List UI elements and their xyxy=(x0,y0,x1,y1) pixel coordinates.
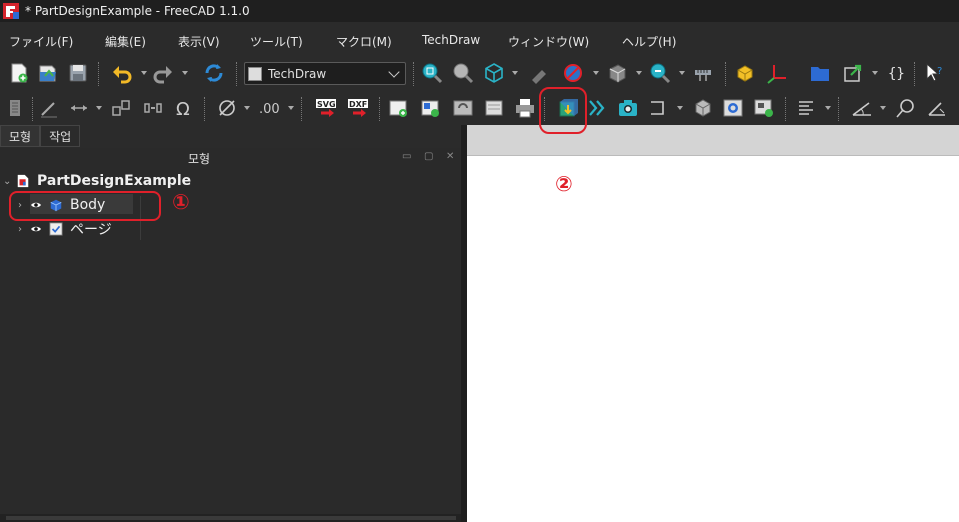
projection-group-icon[interactable] xyxy=(587,97,609,119)
document-icon xyxy=(15,173,31,189)
refresh-icon[interactable] xyxy=(203,62,225,84)
group-icon[interactable] xyxy=(809,62,831,84)
measure-icon[interactable] xyxy=(692,62,714,84)
page-icon xyxy=(48,221,64,237)
section-icon[interactable] xyxy=(647,97,669,119)
whats-this-icon[interactable]: ? xyxy=(924,62,946,84)
expression-icon[interactable]: {} xyxy=(885,62,907,84)
svg-text:Ω: Ω xyxy=(176,99,190,119)
print-icon[interactable] xyxy=(514,97,536,119)
freecad-logo-icon xyxy=(3,3,19,19)
menu-window[interactable]: ウィンドウ(W) xyxy=(508,33,589,50)
diameter-icon[interactable] xyxy=(216,97,238,119)
annotation-ring-2 xyxy=(539,87,587,134)
menu-techdraw[interactable]: TechDraw xyxy=(422,33,480,47)
undo-icon[interactable] xyxy=(111,62,133,84)
chevron-right-icon[interactable]: › xyxy=(18,224,30,235)
line-style-icon[interactable] xyxy=(38,97,60,119)
detail-view-icon[interactable] xyxy=(692,97,714,119)
sync-view-icon[interactable] xyxy=(562,62,584,84)
tab-model[interactable]: 모형 xyxy=(0,125,41,147)
svg-text:?: ? xyxy=(937,66,942,77)
clip-icon[interactable] xyxy=(722,97,744,119)
axis-icon[interactable] xyxy=(766,62,788,84)
tree-item-page-label: ページ xyxy=(70,222,112,238)
save-icon[interactable] xyxy=(67,62,89,84)
redraw-icon[interactable] xyxy=(452,97,474,119)
insert-page-icon[interactable] xyxy=(388,97,410,119)
svg-text:{}: {} xyxy=(888,66,905,82)
link-icon[interactable] xyxy=(842,62,864,84)
insert-template-page-icon[interactable] xyxy=(420,97,442,119)
techdraw-workbench-icon xyxy=(248,66,262,81)
annotation-number-2: ② xyxy=(555,172,573,196)
menu-edit[interactable]: 編集(E) xyxy=(105,33,146,50)
draw-style-icon[interactable] xyxy=(528,62,550,84)
svg-text:.00: .00 xyxy=(259,102,280,117)
freecad-window: * PartDesignExample - FreeCAD 1.1.0 ファイル… xyxy=(0,0,959,522)
std-views-icon[interactable] xyxy=(606,62,628,84)
workbench-selected-label: TechDraw xyxy=(268,66,327,81)
dxf-label: DXF xyxy=(349,100,367,109)
float-icon[interactable]: ▢ xyxy=(424,152,434,162)
menu-file[interactable]: ファイル(F) xyxy=(9,33,73,50)
export-dxf-icon[interactable]: DXF xyxy=(347,97,369,119)
leader-icon[interactable] xyxy=(68,97,90,119)
new-document-icon[interactable] xyxy=(8,62,30,84)
close-icon[interactable]: ✕ xyxy=(446,152,456,162)
drawing-view[interactable] xyxy=(467,155,959,522)
balloon-icon[interactable] xyxy=(110,97,132,119)
menu-help[interactable]: ヘルプ(H) xyxy=(622,33,676,50)
scrollbar-thumb[interactable] xyxy=(6,516,456,520)
combo-view-tabs: 모형 작업 xyxy=(0,125,81,147)
angle-dimension-icon[interactable] xyxy=(851,97,873,119)
visibility-eye-icon[interactable] xyxy=(30,223,42,235)
open-document-icon[interactable] xyxy=(37,62,59,84)
menu-macro[interactable]: マクロ(M) xyxy=(336,33,392,50)
workbench-selector[interactable]: TechDraw xyxy=(244,62,406,85)
export-svg-icon[interactable]: SVG xyxy=(315,97,337,119)
toolbar-row-2: Ω .00 SVG DXF xyxy=(0,93,959,125)
menu-bar: ファイル(F) 編集(E) 表示(V) ツール(T) マクロ(M) TechDr… xyxy=(0,28,959,54)
annotation-number-1: ① xyxy=(172,190,190,214)
omega-icon[interactable]: Ω xyxy=(173,97,195,119)
redo-icon[interactable] xyxy=(152,62,174,84)
panel-header: 모형 ▭ ▢ ✕ xyxy=(0,148,461,167)
hole-shaft-fit-icon[interactable]: .00 xyxy=(259,97,281,119)
panel-title: 모형 xyxy=(188,152,211,166)
title-bar: * PartDesignExample - FreeCAD 1.1.0 xyxy=(0,0,959,22)
dock-icon[interactable]: ▭ xyxy=(402,152,412,162)
svg-label: SVG xyxy=(317,100,336,109)
isometric-view-icon[interactable] xyxy=(483,62,505,84)
chevron-down-icon xyxy=(388,65,400,78)
radius-icon[interactable] xyxy=(894,97,916,119)
chevron-down-icon[interactable]: ⌄ xyxy=(3,176,15,187)
tab-tasks[interactable]: 작업 xyxy=(40,125,81,147)
annotation-icon[interactable] xyxy=(796,97,818,119)
annotation-ring-1 xyxy=(9,191,161,221)
tree-root[interactable]: ⌄ PartDesignExample xyxy=(3,170,191,192)
menu-tools[interactable]: ツール(T) xyxy=(250,33,303,50)
window-title: * PartDesignExample - FreeCAD 1.1.0 xyxy=(25,4,250,18)
symbol-icon[interactable] xyxy=(753,97,775,119)
length-icon[interactable] xyxy=(926,97,948,119)
tree-item-page[interactable]: › ページ xyxy=(18,218,112,240)
toolbar-row-1: TechDraw {} ? xyxy=(0,58,959,90)
active-view-icon[interactable] xyxy=(617,97,639,119)
part-icon[interactable] xyxy=(734,62,756,84)
fit-all-icon[interactable] xyxy=(421,62,443,84)
dimension-icon[interactable] xyxy=(6,97,28,119)
tree-root-label: PartDesignExample xyxy=(37,173,192,189)
print-page-icon[interactable] xyxy=(484,97,506,119)
weld-icon[interactable] xyxy=(142,97,164,119)
fit-selection-icon[interactable] xyxy=(452,62,474,84)
menu-view[interactable]: 表示(V) xyxy=(178,33,220,50)
zoom-icon[interactable] xyxy=(649,62,671,84)
